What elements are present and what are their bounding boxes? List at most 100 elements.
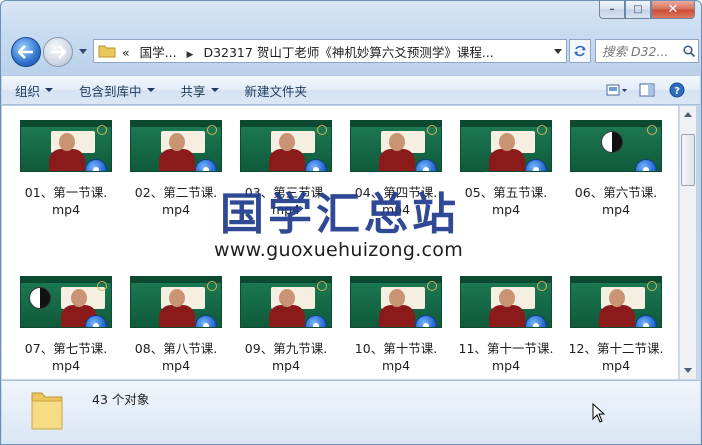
file-name: 02、第二节课. mp4 (134, 185, 218, 217)
address-dropdown-button[interactable] (550, 48, 566, 54)
video-thumbnail (570, 120, 662, 172)
dropdown-arrow-icon (45, 88, 54, 92)
include-in-library-menu[interactable]: 包含到库中 (66, 78, 168, 102)
media-player-icon (85, 159, 107, 171)
chevron-up-icon (684, 112, 692, 117)
video-thumbnail (130, 120, 222, 172)
file-item[interactable]: 09、第九节课. mp4 (232, 276, 340, 374)
media-player-icon (525, 315, 547, 327)
file-item[interactable]: 10、第十节课. mp4 (342, 276, 450, 374)
file-name: 05、第五节课. mp4 (464, 185, 548, 217)
video-thumbnail (240, 120, 332, 172)
video-thumbnail (240, 276, 332, 328)
media-player-icon (635, 159, 657, 171)
search-input[interactable] (602, 43, 680, 59)
scroll-thumb[interactable] (681, 134, 695, 186)
file-name: 12、第十二节课. mp4 (568, 341, 664, 373)
file-name: 11、第十一节课. mp4 (458, 341, 554, 373)
refresh-button[interactable] (569, 39, 591, 63)
refresh-icon (574, 45, 586, 57)
watermark-title: 国学汇总站 (220, 189, 460, 240)
view-controls: ? (604, 79, 700, 101)
close-button[interactable]: ✕ (651, 1, 695, 19)
file-item[interactable]: 07、第七节课. mp4 (12, 276, 120, 374)
organize-menu[interactable]: 组织 (2, 78, 66, 102)
video-thumbnail (460, 276, 552, 328)
breadcrumb-segment[interactable]: D32317 贺山丁老师《神机妙算六爻预测学》课程... (203, 45, 493, 60)
command-bar: 组织 包含到库中 共享 新建文件夹 ? (2, 75, 700, 105)
media-player-icon (635, 315, 657, 327)
maximize-button[interactable]: □ (625, 1, 651, 19)
breadcrumb-overflow[interactable]: « (122, 45, 130, 60)
chevron-down-icon (554, 48, 562, 54)
preview-pane-icon (639, 83, 655, 97)
media-player-icon (195, 159, 217, 171)
file-item[interactable]: 01、第一节课. mp4 (12, 120, 120, 218)
search-box[interactable] (595, 39, 699, 63)
media-player-icon (305, 159, 327, 171)
file-item[interactable]: 06、第六节课. mp4 (562, 120, 670, 218)
svg-text:?: ? (674, 86, 680, 97)
navigation-bar: « 国学... ▶ D32317 贺山丁老师《神机妙算六爻预测学》课程... (9, 35, 699, 67)
search-icon[interactable] (680, 45, 698, 57)
video-thumbnail (570, 276, 662, 328)
item-count: 43 个对象 (92, 392, 150, 407)
share-label: 共享 (180, 83, 206, 99)
media-player-icon (85, 315, 107, 327)
view-icon (606, 84, 627, 96)
folder-icon (98, 45, 116, 58)
file-item[interactable]: 05、第五节课. mp4 (452, 120, 560, 218)
file-item[interactable]: 12、第十二节课. mp4 (562, 276, 670, 374)
arrow-right-icon (51, 45, 66, 59)
preview-pane-button[interactable] (634, 79, 660, 101)
dropdown-arrow-icon (146, 88, 155, 92)
video-thumbnail (460, 120, 552, 172)
media-player-icon (525, 159, 547, 171)
file-list: 01、第一节课. mp4 02、第二节课. mp4 03、第三节课. mp4 0… (2, 106, 678, 379)
forward-button[interactable] (43, 37, 73, 67)
mouse-cursor-icon (592, 403, 606, 423)
breadcrumb-separator-icon[interactable]: ▶ (187, 50, 194, 60)
file-name: 01、第一节课. mp4 (24, 185, 108, 217)
new-folder-button[interactable]: 新建文件夹 (232, 78, 321, 102)
file-name: 09、第九节课. mp4 (244, 341, 328, 373)
file-name: 07、第七节课. mp4 (24, 341, 108, 373)
new-folder-label: 新建文件夹 (244, 83, 308, 99)
file-name: 10、第十节课. mp4 (354, 341, 438, 373)
watermark-url: www.guoxuehuizong.com (214, 239, 464, 261)
file-item[interactable]: 02、第二节课. mp4 (122, 120, 230, 218)
media-player-icon (195, 315, 217, 327)
recent-pages-button[interactable] (77, 45, 89, 57)
file-item[interactable]: 08、第八节课. mp4 (122, 276, 230, 374)
media-player-icon (305, 315, 327, 327)
video-thumbnail (20, 276, 112, 328)
file-name: 06、第六节课. mp4 (574, 185, 658, 217)
breadcrumb-segment[interactable]: 国学... (140, 45, 177, 60)
folder-icon (31, 392, 63, 430)
media-player-icon (415, 159, 437, 171)
share-menu[interactable]: 共享 (168, 78, 232, 102)
minimize-button[interactable]: – (599, 1, 625, 19)
file-name: 08、第八节课. mp4 (134, 341, 218, 373)
help-button[interactable]: ? (664, 79, 690, 101)
scroll-up-button[interactable] (680, 106, 696, 123)
file-item[interactable]: 11、第十一节课. mp4 (452, 276, 560, 374)
explorer-window: – □ ✕ « 国学... ▶ D32317 贺山丁老师《神机妙算六爻预测学》课… (0, 0, 702, 445)
address-bar[interactable]: « 国学... ▶ D32317 贺山丁老师《神机妙算六爻预测学》课程... (93, 39, 567, 63)
scroll-down-button[interactable] (680, 362, 696, 379)
caption-buttons: – □ ✕ (599, 1, 695, 19)
video-thumbnail (20, 120, 112, 172)
breadcrumb[interactable]: « 国学... ▶ D32317 贺山丁老师《神机妙算六爻预测学》课程... (122, 42, 550, 61)
change-view-button[interactable] (604, 79, 630, 101)
arrow-left-icon (18, 45, 33, 59)
chevron-down-icon (684, 368, 692, 373)
video-thumbnail (350, 120, 442, 172)
back-button[interactable] (11, 37, 41, 67)
chevron-down-icon (79, 48, 87, 54)
video-thumbnail (350, 276, 442, 328)
include-in-library-label: 包含到库中 (79, 83, 142, 99)
video-thumbnail (130, 276, 222, 328)
help-icon: ? (669, 82, 685, 98)
media-player-icon (415, 315, 437, 327)
vertical-scrollbar[interactable] (679, 106, 696, 379)
